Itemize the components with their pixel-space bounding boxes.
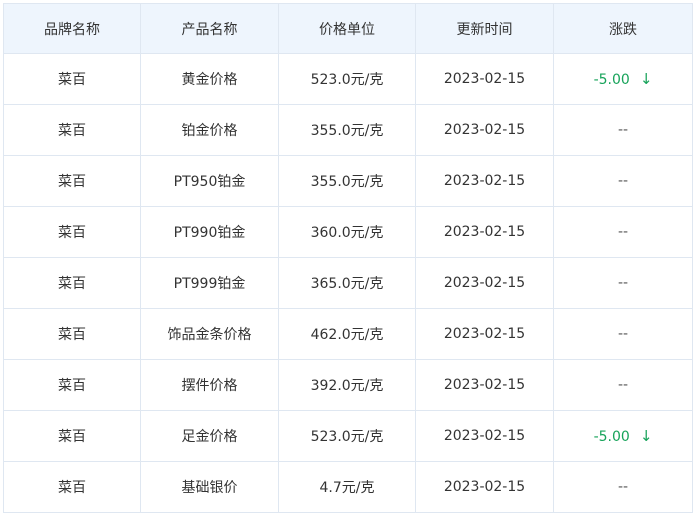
cell-brand: 菜百 (3, 104, 141, 156)
cell-change: -- (553, 308, 693, 360)
table-row: 菜百 PT999铂金 365.0元/克 2023-02-15 -- (3, 257, 693, 309)
header-product: 产品名称 (140, 3, 279, 54)
cell-product: 铂金价格 (140, 104, 279, 156)
table-row: 菜百 PT950铂金 355.0元/克 2023-02-15 -- (3, 155, 693, 207)
cell-price: 392.0元/克 (278, 359, 416, 411)
cell-product: 饰品金条价格 (140, 308, 279, 360)
table-row: 菜百 摆件价格 392.0元/克 2023-02-15 -- (3, 359, 693, 411)
change-value: -- (617, 173, 629, 189)
change-value: -- (617, 224, 629, 240)
cell-brand: 菜百 (3, 53, 141, 105)
cell-change: -5.00 ↓ (553, 53, 693, 105)
cell-date: 2023-02-15 (415, 104, 554, 156)
table-row: 菜百 饰品金条价格 462.0元/克 2023-02-15 -- (3, 308, 693, 360)
cell-change: -- (553, 206, 693, 258)
price-table-container: 品牌名称 产品名称 价格单位 更新时间 涨跌 菜百 黄金价格 523.0元/克 … (3, 3, 693, 513)
cell-date: 2023-02-15 (415, 359, 554, 411)
table-row: 菜百 足金价格 523.0元/克 2023-02-15 -5.00 ↓ (3, 410, 693, 462)
cell-product: 足金价格 (140, 410, 279, 462)
cell-change: -- (553, 257, 693, 309)
header-row: 品牌名称 产品名称 价格单位 更新时间 涨跌 (3, 3, 693, 54)
cell-price: 355.0元/克 (278, 104, 416, 156)
cell-change: -- (553, 155, 693, 207)
cell-date: 2023-02-15 (415, 461, 554, 513)
cell-product: PT950铂金 (140, 155, 279, 207)
change-value: -- (617, 377, 629, 393)
cell-change: -- (553, 359, 693, 411)
cell-product: PT990铂金 (140, 206, 279, 258)
arrow-down-icon: ↓ (639, 70, 653, 88)
table-body: 菜百 黄金价格 523.0元/克 2023-02-15 -5.00 ↓ 菜百 铂金… (3, 53, 693, 513)
cell-price: 462.0元/克 (278, 308, 416, 360)
price-table: 品牌名称 产品名称 价格单位 更新时间 涨跌 菜百 黄金价格 523.0元/克 … (3, 3, 693, 513)
cell-change: -- (553, 104, 693, 156)
cell-brand: 菜百 (3, 257, 141, 309)
cell-price: 365.0元/克 (278, 257, 416, 309)
header-update-time: 更新时间 (415, 3, 554, 54)
cell-change: -- (553, 461, 693, 513)
cell-product: 摆件价格 (140, 359, 279, 411)
cell-brand: 菜百 (3, 308, 141, 360)
cell-price: 4.7元/克 (278, 461, 416, 513)
cell-date: 2023-02-15 (415, 308, 554, 360)
table-row: 菜百 铂金价格 355.0元/克 2023-02-15 -- (3, 104, 693, 156)
cell-date: 2023-02-15 (415, 155, 554, 207)
cell-product: PT999铂金 (140, 257, 279, 309)
table-header: 品牌名称 产品名称 价格单位 更新时间 涨跌 (3, 3, 693, 54)
header-change: 涨跌 (553, 3, 693, 54)
cell-product: 基础银价 (140, 461, 279, 513)
cell-brand: 菜百 (3, 461, 141, 513)
change-value: -5.00 (593, 72, 630, 88)
table-row: 菜百 PT990铂金 360.0元/克 2023-02-15 -- (3, 206, 693, 258)
cell-date: 2023-02-15 (415, 410, 554, 462)
header-price-unit: 价格单位 (278, 3, 416, 54)
cell-change: -5.00 ↓ (553, 410, 693, 462)
change-value: -- (617, 326, 629, 342)
cell-date: 2023-02-15 (415, 257, 554, 309)
cell-price: 523.0元/克 (278, 53, 416, 105)
header-brand: 品牌名称 (3, 3, 141, 54)
cell-price: 523.0元/克 (278, 410, 416, 462)
cell-price: 360.0元/克 (278, 206, 416, 258)
arrow-down-icon: ↓ (639, 427, 653, 445)
table-row: 菜百 基础银价 4.7元/克 2023-02-15 -- (3, 461, 693, 513)
cell-date: 2023-02-15 (415, 53, 554, 105)
table-row: 菜百 黄金价格 523.0元/克 2023-02-15 -5.00 ↓ (3, 53, 693, 105)
cell-brand: 菜百 (3, 155, 141, 207)
cell-brand: 菜百 (3, 410, 141, 462)
change-value: -5.00 (593, 429, 630, 445)
change-value: -- (617, 479, 629, 495)
cell-date: 2023-02-15 (415, 206, 554, 258)
cell-price: 355.0元/克 (278, 155, 416, 207)
change-value: -- (617, 275, 629, 291)
cell-product: 黄金价格 (140, 53, 279, 105)
change-value: -- (617, 122, 629, 138)
cell-brand: 菜百 (3, 359, 141, 411)
cell-brand: 菜百 (3, 206, 141, 258)
